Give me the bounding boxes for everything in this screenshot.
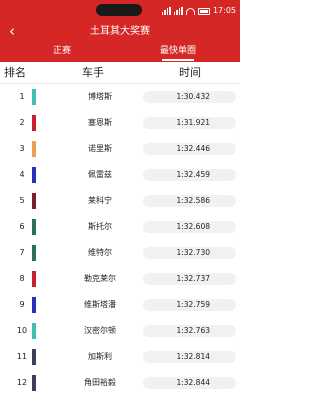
app-header: ‹ 土耳其大奖赛 — [0, 22, 240, 42]
row-position: 6 — [19, 222, 25, 231]
status-time: 17:05 — [212, 6, 236, 15]
row-driver: 斯托尔 — [88, 222, 112, 231]
column-header-rank: 排名 — [4, 66, 26, 79]
row-lap-time: 1:31.921 — [143, 117, 236, 129]
table-row[interactable]: 10 汉密尔顿 1:32.763 — [0, 318, 240, 344]
column-header-time: 时间 — [179, 66, 201, 79]
team-color-swatch — [32, 297, 36, 313]
table-header: 排名 车手 时间 — [0, 62, 240, 84]
table-row[interactable]: 9 维斯塔潘 1:32.759 — [0, 292, 240, 318]
active-tab-indicator — [162, 59, 194, 61]
tab-bar: 正赛 最快单圈 — [0, 42, 240, 62]
signal-icon — [161, 7, 171, 15]
row-driver: 汉密尔顿 — [84, 326, 116, 335]
row-lap-time: 1:32.459 — [143, 169, 236, 181]
row-position: 4 — [19, 170, 25, 179]
row-driver: 佩雷兹 — [88, 170, 112, 179]
table-row[interactable]: 1 博塔斯 1:30.432 — [0, 84, 240, 110]
table-row[interactable]: 7 维特尔 1:32.730 — [0, 240, 240, 266]
row-driver: 维斯塔潘 — [84, 300, 116, 309]
row-driver: 塞恩斯 — [88, 118, 112, 127]
wifi-icon — [185, 7, 195, 15]
team-color-swatch — [32, 375, 36, 391]
row-position: 1 — [19, 92, 25, 101]
status-bar: 17:05 — [0, 0, 240, 22]
row-position: 12 — [16, 378, 28, 387]
table-row[interactable]: 2 塞恩斯 1:31.921 — [0, 110, 240, 136]
team-color-swatch — [32, 271, 36, 287]
row-position: 3 — [19, 144, 25, 153]
row-driver: 诺里斯 — [88, 144, 112, 153]
table-row[interactable]: 3 诺里斯 1:32.446 — [0, 136, 240, 162]
row-driver: 博塔斯 — [88, 92, 112, 101]
battery-icon — [197, 7, 210, 15]
results-list: 1 博塔斯 1:30.432 2 塞恩斯 1:31.921 3 诺里斯 1:32… — [0, 84, 240, 396]
team-color-swatch — [32, 141, 36, 157]
table-row[interactable]: 5 莱科宁 1:32.586 — [0, 188, 240, 214]
team-color-swatch — [32, 323, 36, 339]
row-driver: 勒克莱尔 — [84, 274, 116, 283]
column-header-driver: 车手 — [82, 66, 104, 79]
row-lap-time: 1:32.586 — [143, 195, 236, 207]
team-color-swatch — [32, 349, 36, 365]
row-lap-time: 1:32.608 — [143, 221, 236, 233]
team-color-swatch — [32, 115, 36, 131]
row-position: 11 — [16, 352, 28, 361]
row-lap-time: 1:32.730 — [143, 247, 236, 259]
row-driver: 加斯利 — [88, 352, 112, 361]
table-row[interactable]: 6 斯托尔 1:32.608 — [0, 214, 240, 240]
camera-notch — [96, 4, 142, 16]
row-driver: 莱科宁 — [88, 196, 112, 205]
row-position: 2 — [19, 118, 25, 127]
row-lap-time: 1:32.446 — [143, 143, 236, 155]
row-driver: 维特尔 — [88, 248, 112, 257]
row-position: 8 — [19, 274, 25, 283]
row-lap-time: 1:32.737 — [143, 273, 236, 285]
signal-icon-2 — [173, 7, 183, 15]
team-color-swatch — [32, 167, 36, 183]
row-lap-time: 1:32.814 — [143, 351, 236, 363]
row-driver: 角田裕毅 — [84, 378, 116, 387]
row-position: 9 — [19, 300, 25, 309]
row-lap-time: 1:32.759 — [143, 299, 236, 311]
page-title: 土耳其大奖赛 — [90, 26, 150, 37]
row-position: 10 — [16, 326, 28, 335]
table-row[interactable]: 11 加斯利 1:32.814 — [0, 344, 240, 370]
table-row[interactable]: 8 勒克莱尔 1:32.737 — [0, 266, 240, 292]
team-color-swatch — [32, 89, 36, 105]
table-row[interactable]: 4 佩雷兹 1:32.459 — [0, 162, 240, 188]
team-color-swatch — [32, 245, 36, 261]
row-position: 5 — [19, 196, 25, 205]
row-position: 7 — [19, 248, 25, 257]
row-lap-time: 1:30.432 — [143, 91, 236, 103]
table-row[interactable]: 12 角田裕毅 1:32.844 — [0, 370, 240, 396]
status-indicators: 17:05 — [161, 5, 236, 17]
team-color-swatch — [32, 219, 36, 235]
row-lap-time: 1:32.763 — [143, 325, 236, 337]
team-color-swatch — [32, 193, 36, 209]
tab-race[interactable]: 正赛 — [40, 42, 84, 62]
row-lap-time: 1:32.844 — [143, 377, 236, 389]
